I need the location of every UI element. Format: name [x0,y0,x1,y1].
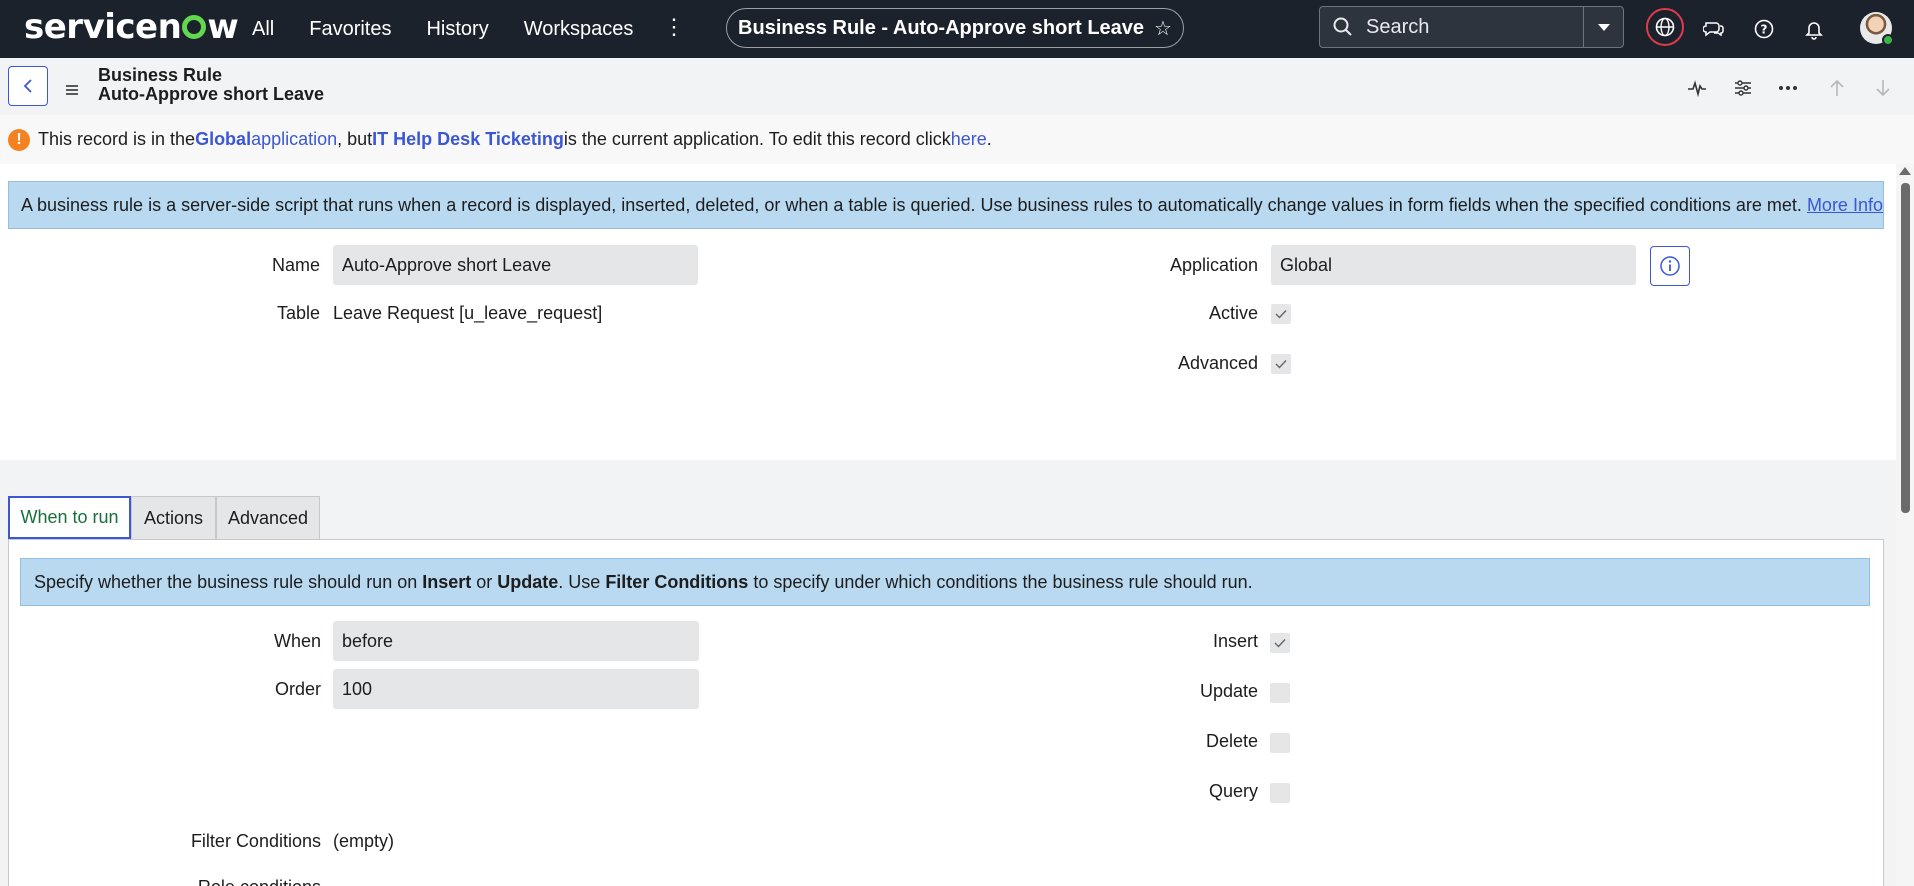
when-info-rest: to specify under which conditions the bu… [748,571,1253,592]
order-field[interactable]: 100 [333,669,699,709]
globe-icon[interactable] [1646,8,1684,46]
order-value: 100 [342,678,373,699]
when-to-run-info-box: Specify whether the business rule should… [20,558,1870,606]
form-context-menu-icon[interactable] [64,80,80,101]
application-info-button[interactable] [1650,246,1690,286]
nav-links: All Favorites History Workspaces [252,0,668,58]
when-value: before [342,630,394,651]
when-select[interactable]: before [333,621,699,661]
global-search[interactable]: Search [1319,6,1624,48]
business-rule-info-box: A business rule is a server-side script … [8,181,1884,229]
update-label: Update [1199,681,1258,701]
application-word-link[interactable]: application [251,129,337,150]
record-title-pill[interactable]: Business Rule - Auto-Approve short Leave… [726,8,1184,48]
warning-text-4: . [986,129,992,149]
svg-text:?: ? [1761,23,1768,37]
update-checkbox[interactable] [1270,683,1290,703]
search-icon [1332,16,1354,38]
tab-advanced[interactable]: Advanced [216,496,320,539]
form-title: Business Rule Auto-Approve short Leave [98,66,324,104]
search-scope-dropdown[interactable] [1583,7,1623,47]
name-field[interactable]: Auto-Approve short Leave [333,245,698,285]
scrollbar-thumb[interactable] [1901,183,1910,513]
more-options-icon[interactable] [1772,72,1804,104]
warning-text-3: is the current application. To edit this… [563,129,951,149]
warning-text: This record is in the [38,129,196,149]
current-app-link[interactable]: IT Help Desk Ticketing [372,129,564,150]
back-button[interactable] [8,66,48,106]
when-info-update: Update [497,571,559,592]
record-title: Business Rule - Auto-Approve short Leave [738,16,1145,39]
servicenow-logo[interactable]: servicenowservicenw [24,7,239,47]
form-record-type: Business Rule [98,65,223,85]
warning-icon: ! [8,128,30,151]
checkmark-icon [1275,360,1287,369]
advanced-checkbox[interactable] [1271,354,1291,374]
chat-icon[interactable] [1697,12,1731,46]
nav-favorites[interactable]: Favorites [309,18,391,41]
insert-label: Insert [1212,631,1258,651]
delete-label: Delete [1205,731,1258,751]
help-icon[interactable]: ? [1747,12,1781,46]
query-label: Query [1208,781,1258,801]
notifications-bell-icon[interactable] [1797,12,1831,46]
query-checkbox[interactable] [1270,783,1290,803]
global-app-link[interactable]: Global [195,129,251,150]
active-checkbox[interactable] [1271,304,1291,324]
table-label: Table [276,303,320,323]
application-field[interactable]: Global [1271,245,1636,285]
when-info-use: . Use [558,571,606,592]
nav-workspaces[interactable]: Workspaces [524,18,634,41]
user-avatar[interactable] [1860,12,1894,46]
order-label: Order [274,679,321,699]
nav-all[interactable]: All [252,18,274,41]
role-conditions-label: Role conditions [150,877,321,886]
activity-pulse-icon[interactable] [1681,72,1713,104]
next-record-arrow-icon[interactable] [1867,72,1899,104]
more-info-link[interactable]: More Info [1807,195,1883,216]
name-value: Auto-Approve short Leave [342,254,552,275]
when-label: When [273,631,321,651]
when-info-text: Specify whether the business rule should… [34,571,423,592]
when-info-filter: Filter Conditions [605,571,749,592]
more-menu-icon[interactable]: ⋮ [663,16,685,38]
edit-here-link[interactable]: here [951,129,987,150]
search-placeholder: Search [1366,15,1430,38]
personalize-settings-icon[interactable] [1727,72,1759,104]
chevron-left-icon [23,79,32,93]
insert-checkbox[interactable] [1270,633,1290,653]
delete-checkbox[interactable] [1270,733,1290,753]
nav-history[interactable]: History [426,18,488,41]
form-header: Business Rule Auto-Approve short Leave [0,58,1914,115]
filter-conditions-label: Filter Conditions [190,831,321,851]
scroll-up-arrow-icon[interactable] [1899,167,1911,175]
top-navigation-bar: servicenowservicenw All Favorites Histor… [0,0,1914,58]
info-circle-icon [1660,256,1680,276]
table-value: Leave Request [u_leave_request] [333,303,603,323]
checkmark-icon [1275,310,1287,319]
when-info-or: or [471,571,498,592]
name-label: Name [271,255,320,275]
tab-when-to-run[interactable]: When to run [8,496,131,539]
info-text: A business rule is a server-side script … [21,194,1807,215]
tab-actions[interactable]: Actions [131,496,216,539]
scope-warning-message: ! This record is in the Global applicati… [0,115,1914,164]
when-info-insert: Insert [422,571,472,592]
advanced-label: Advanced [1177,353,1258,373]
active-label: Active [1208,303,1258,323]
checkmark-icon [1274,639,1286,648]
online-status-dot [1882,34,1894,46]
form-record-name: Auto-Approve short Leave [98,84,325,104]
filter-conditions-value: (empty) [333,831,395,851]
warning-text-2: , but [337,129,373,149]
previous-record-arrow-icon[interactable] [1821,72,1853,104]
application-value: Global [1280,254,1333,275]
favorite-star-icon[interactable]: ☆ [1154,16,1172,41]
application-label: Application [1169,255,1258,275]
